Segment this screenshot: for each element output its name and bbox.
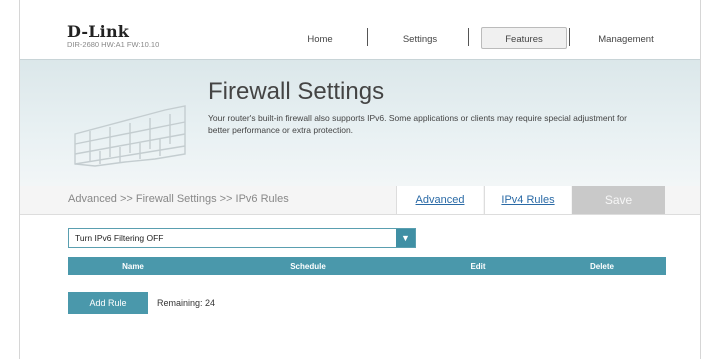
nav-home[interactable]: Home bbox=[290, 34, 350, 45]
column-header-schedule: Schedule bbox=[290, 262, 326, 271]
column-header-edit: Edit bbox=[470, 262, 486, 271]
brick-wall-icon bbox=[74, 105, 186, 167]
nav-features[interactable]: Features bbox=[481, 34, 567, 45]
ipv6-filtering-selected-value: Turn IPv6 Filtering OFF bbox=[75, 233, 164, 243]
save-button[interactable]: Save bbox=[572, 186, 665, 214]
tab-advanced-link[interactable]: Advanced bbox=[396, 186, 483, 214]
ipv6-filtering-select[interactable]: Turn IPv6 Filtering OFF ▼ bbox=[68, 228, 416, 248]
tab-ipv4-rules-link[interactable]: IPv4 Rules bbox=[484, 186, 571, 214]
column-header-name: Name bbox=[122, 262, 144, 271]
model-info: DIR-2680 HW:A1 FW:10.10 bbox=[67, 40, 160, 49]
add-rule-button[interactable]: Add Rule bbox=[68, 292, 148, 314]
nav-divider bbox=[468, 28, 469, 46]
remaining-count: Remaining: 24 bbox=[157, 298, 216, 308]
banner-divider bbox=[20, 59, 700, 60]
page-frame: D-Link DIR-2680 HW:A1 FW:10.10 Home Sett… bbox=[19, 0, 701, 359]
dlink-logo[interactable]: D-Link bbox=[67, 22, 129, 41]
breadcrumb: Advanced >> Firewall Settings >> IPv6 Ru… bbox=[68, 193, 289, 205]
nav-settings[interactable]: Settings bbox=[390, 34, 450, 45]
chevron-down-icon[interactable]: ▼ bbox=[396, 229, 415, 247]
header: D-Link DIR-2680 HW:A1 FW:10.10 Home Sett… bbox=[20, 0, 700, 59]
nav-divider bbox=[367, 28, 368, 46]
page-title: Firewall Settings bbox=[208, 78, 385, 105]
column-header-delete: Delete bbox=[589, 262, 614, 271]
page-description: Your router's built-in firewall also sup… bbox=[208, 113, 627, 135]
nav-management[interactable]: Management bbox=[586, 34, 666, 45]
nav-divider bbox=[569, 28, 570, 46]
rules-table-header: Name Schedule Edit Delete bbox=[68, 257, 666, 275]
